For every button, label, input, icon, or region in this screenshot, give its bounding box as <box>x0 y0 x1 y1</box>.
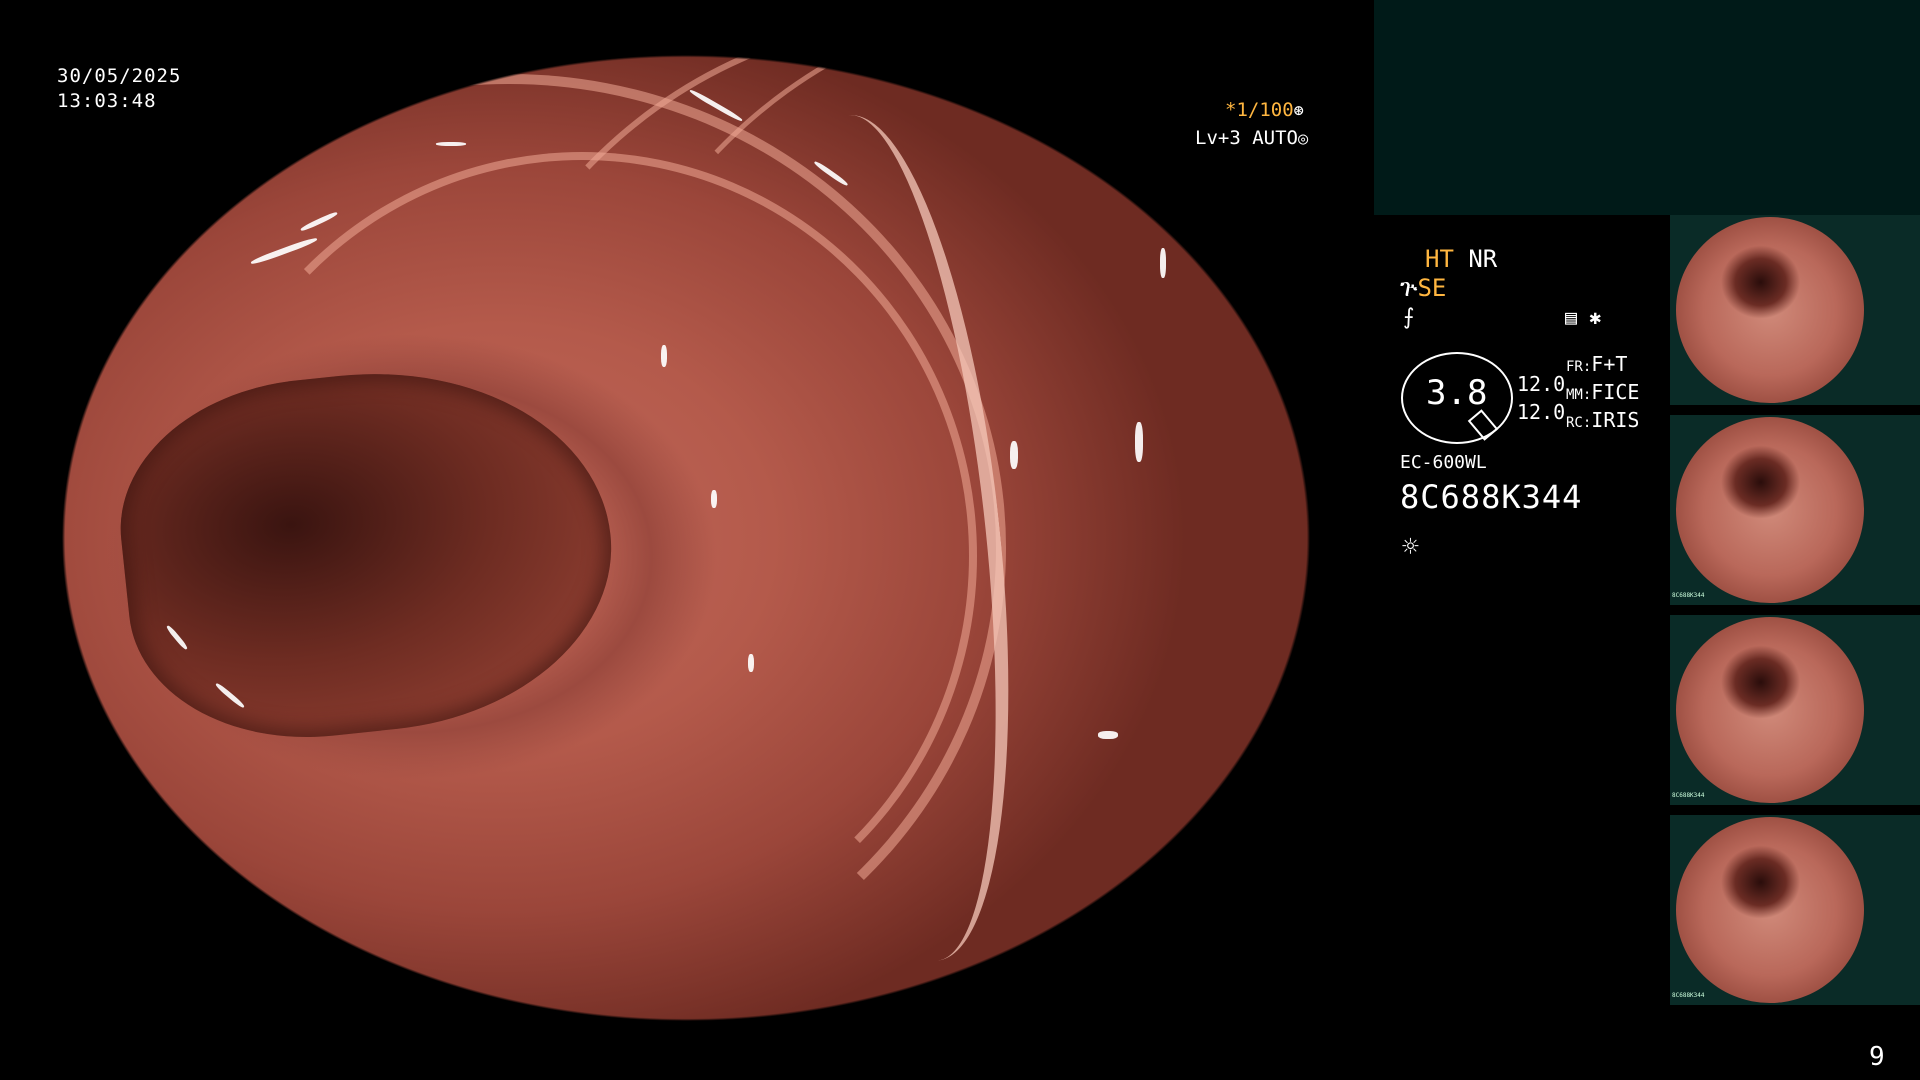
rc-value: IRIS <box>1591 408 1640 432</box>
parameter-values: 12.0 12.0 <box>1517 370 1565 426</box>
parameter-labels: FR:F+T MM:FICE RC:IRIS <box>1566 352 1639 436</box>
specular-reflection <box>1160 248 1167 279</box>
level-readout: Lv+3 AUTO◎ <box>1195 127 1308 149</box>
light-icon: ☼ <box>1402 530 1419 563</box>
se-status: ጕSE <box>1400 274 1446 302</box>
se-label: SE <box>1417 274 1447 302</box>
thumbnail-caption: 8C688K344 <box>1672 792 1705 799</box>
ht-label: HT <box>1425 245 1454 273</box>
shutter-icon: ⊛ <box>1293 101 1304 121</box>
thumbnail-image <box>1676 617 1864 803</box>
thumbnail[interactable]: 8C688K344 <box>1670 415 1920 605</box>
thumbnail-caption: 8C688K344 <box>1672 992 1705 999</box>
page-number: 9 <box>1869 1042 1885 1072</box>
level-label: Lv+3 AUTO <box>1195 127 1298 149</box>
endoscope-main-view <box>62 55 1310 1021</box>
fr-value: F+T <box>1591 352 1628 376</box>
date-label: 30/05/2025 <box>57 65 182 87</box>
thumbnail[interactable]: 8C688K344 <box>1670 615 1920 805</box>
value-1: 12.0 <box>1517 372 1566 396</box>
enhancement-status: HT NR <box>1425 245 1497 273</box>
specular-reflection <box>1097 731 1118 740</box>
thumbnail[interactable]: 8C688K344 <box>1670 815 1920 1005</box>
scope-model: EC-600WL <box>1400 452 1487 473</box>
shutter-readout: *1/100⊛ <box>1225 99 1304 121</box>
nr-label: NR <box>1468 245 1498 273</box>
thumbnail[interactable] <box>1670 215 1920 405</box>
mode-icons: ▤ ✱ <box>1565 305 1601 329</box>
mm-value: FICE <box>1591 380 1640 404</box>
fr-key: FR: <box>1566 359 1592 375</box>
thumbnail-image <box>1676 817 1864 1003</box>
curve-icon: ⨍ <box>1403 305 1415 330</box>
time-label: 13:03:48 <box>57 90 157 112</box>
scope-serial: 8C688K344 <box>1400 478 1583 516</box>
specular-reflection <box>748 653 755 672</box>
iris-icon: ◎ <box>1297 129 1309 149</box>
specular-reflection <box>710 489 717 508</box>
timestamp: 30/05/2025 13:03:48 <box>57 64 181 114</box>
info-header-panel <box>1374 0 1920 215</box>
value-2: 12.0 <box>1517 400 1566 424</box>
specular-reflection <box>1135 422 1144 463</box>
mucosal-fold <box>561 55 1310 1021</box>
asterisk-icon: ✱ <box>1589 305 1602 329</box>
thumbnail-image <box>1676 217 1864 403</box>
thumbnail-image <box>1676 417 1864 603</box>
specular-reflection <box>436 141 467 146</box>
structure-enhance-icon: ጕ <box>1400 274 1418 302</box>
specular-reflection <box>661 344 668 367</box>
shutter-label: *1/100 <box>1225 99 1294 121</box>
zoom-value: 3.8 <box>1426 373 1488 413</box>
thumbnail-caption: 8C688K344 <box>1672 592 1705 599</box>
mm-key: MM: <box>1566 387 1592 403</box>
memory-icon: ▤ <box>1565 305 1578 329</box>
rc-key: RC: <box>1566 415 1592 431</box>
